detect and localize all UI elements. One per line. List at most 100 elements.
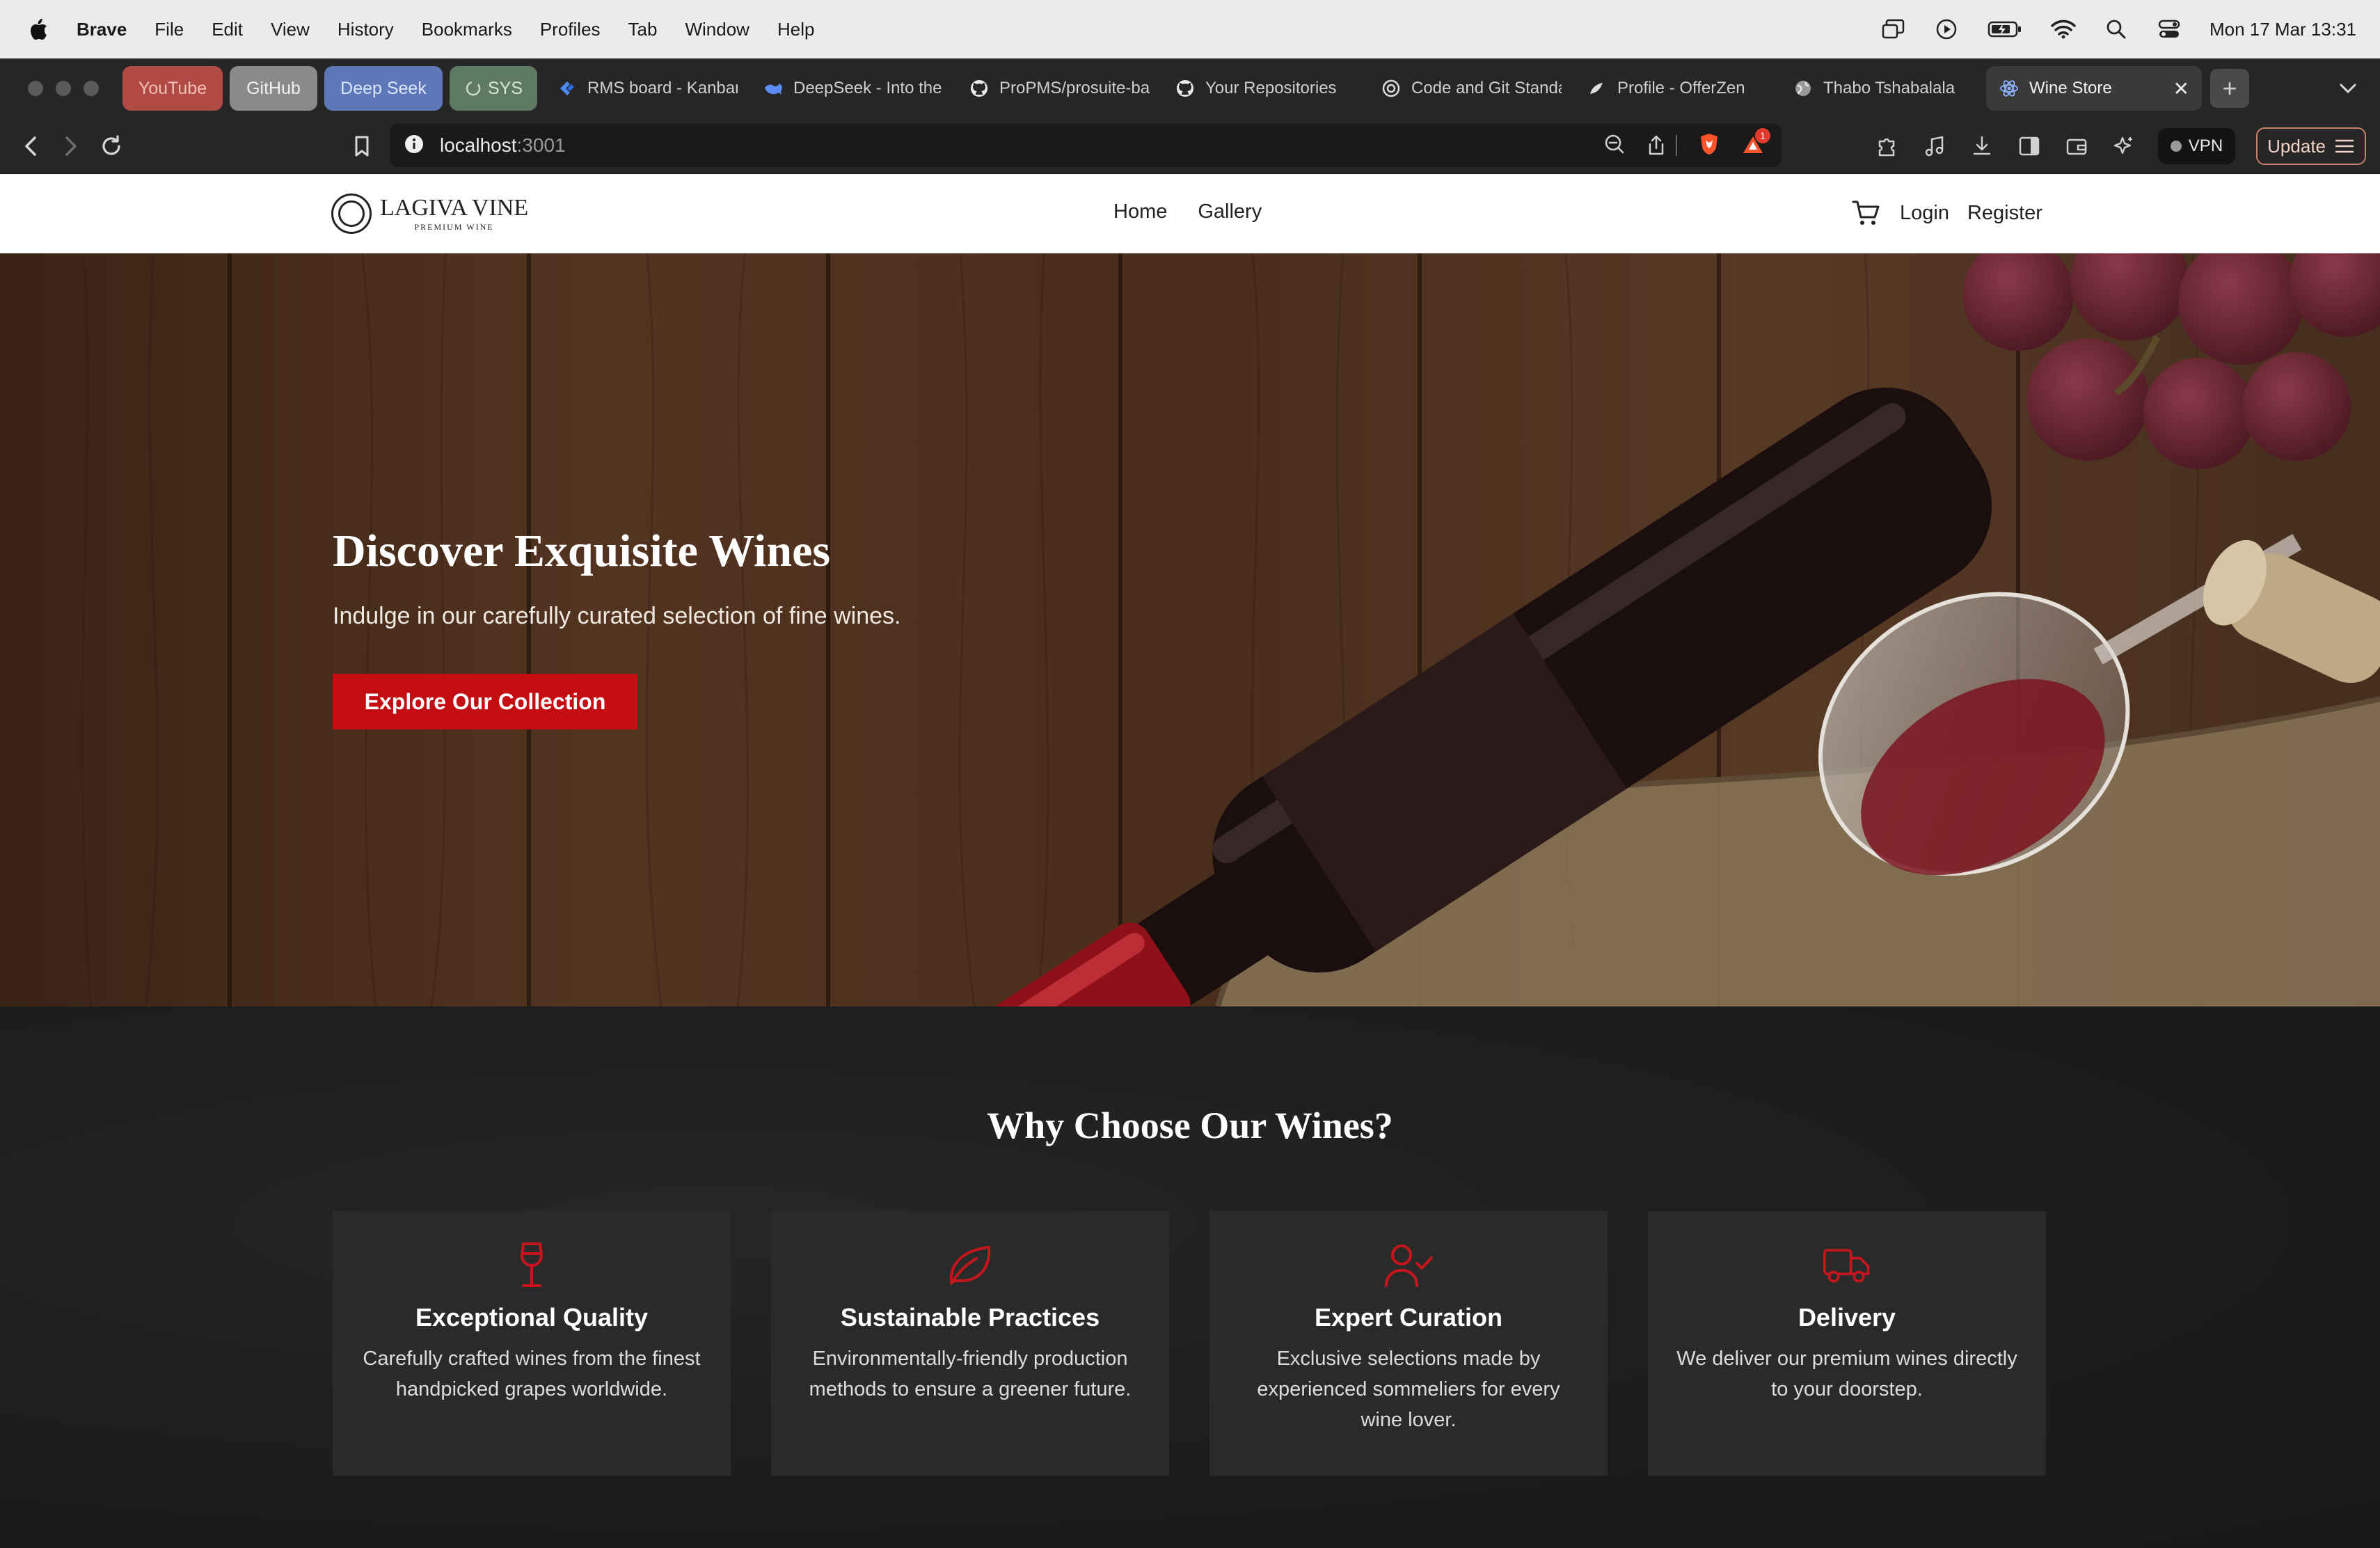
new-tab-button[interactable]: +	[2210, 69, 2249, 108]
close-window-button[interactable]	[28, 81, 43, 96]
tab-wine-store[interactable]: Wine Store ✕	[1986, 66, 2202, 111]
spotlight-search-icon[interactable]	[2104, 17, 2129, 42]
zoom-window-button[interactable]	[84, 81, 99, 96]
update-button[interactable]: Update	[2256, 127, 2366, 165]
feature-description: Environmentally-friendly production meth…	[809, 1348, 1132, 1400]
forward-button[interactable]	[57, 132, 85, 160]
tab-group-sys[interactable]: SYS	[450, 66, 537, 111]
features-title: Why Choose Our Wines?	[987, 1105, 1393, 1146]
window-controls	[28, 81, 99, 96]
offerzen-icon	[1587, 78, 1608, 99]
feature-card-delivery: Delivery We deliver our premium wines di…	[1648, 1211, 2046, 1476]
address-bar[interactable]: localhost:3001 1	[390, 124, 1782, 167]
extensions-icon[interactable]	[1874, 133, 1901, 159]
tab-title: ProPMS/prosuite-backend	[999, 79, 1150, 97]
battery-icon[interactable]	[1987, 17, 2023, 42]
hero-text: Discover Exquisite Wines Indulge in our …	[333, 525, 901, 630]
tab-group-label: GitHub	[246, 78, 301, 98]
url-text[interactable]: localhost:3001	[440, 134, 566, 157]
tab-title: Profile - OfferZen	[1617, 79, 1745, 97]
cart-icon[interactable]	[1851, 198, 1882, 228]
hero-section: Discover Exquisite Wines Indulge in our …	[0, 253, 2380, 1006]
bookmark-icon[interactable]	[348, 132, 376, 160]
play-icon[interactable]	[1934, 17, 1959, 42]
feature-description: We deliver our premium wines directly to…	[1676, 1348, 2017, 1400]
openai-icon	[1381, 78, 1402, 99]
minimize-window-button[interactable]	[56, 81, 71, 96]
feature-card-curation: Expert Curation Exclusive selections mad…	[1209, 1211, 1608, 1476]
tab-group-deep-seek[interactable]: Deep Seek	[324, 66, 443, 111]
tab-rms-board[interactable]: RMS board - Kanban	[544, 66, 750, 111]
feature-title: Sustainable Practices	[840, 1303, 1100, 1332]
tab-deepseek[interactable]: DeepSeek - Into the Unknown	[750, 66, 956, 111]
vpn-label: VPN	[2188, 136, 2223, 155]
tab-thabo-tshabalala[interactable]: Thabo Tshabalala	[1780, 66, 1986, 111]
menu-edit[interactable]: Edit	[212, 19, 243, 40]
hero-background-image	[0, 253, 2380, 1006]
wallet-icon[interactable]	[2063, 133, 2090, 159]
feature-description: Exclusive selections made by experienced…	[1257, 1348, 1560, 1431]
tab-prosuite-backend[interactable]: ProPMS/prosuite-backend	[956, 66, 1162, 111]
rewards-badge: 1	[1755, 128, 1770, 143]
tab-code-git-standards[interactable]: Code and Git Standards	[1368, 66, 1574, 111]
reload-button[interactable]	[97, 132, 125, 160]
site-info-icon[interactable]	[404, 134, 425, 158]
tab-title: Wine Store	[2029, 79, 2112, 97]
menu-profiles[interactable]: Profiles	[540, 19, 601, 40]
wifi-icon[interactable]	[2051, 17, 2076, 42]
menu-clock[interactable]: Mon 17 Mar 13:31	[2210, 19, 2356, 40]
back-button[interactable]	[17, 132, 45, 160]
nav-link-home[interactable]: Home	[1113, 200, 1167, 223]
menu-history[interactable]: History	[338, 19, 394, 40]
hero-subtitle: Indulge in our carefully curated selecti…	[333, 603, 901, 629]
download-icon[interactable]	[1969, 133, 1995, 159]
menu-app-name[interactable]: Brave	[77, 19, 127, 40]
menu-file[interactable]: File	[154, 19, 184, 40]
logo-name: LAGIVA VINE	[380, 195, 529, 221]
leo-ai-icon[interactable]	[2111, 133, 2137, 159]
features-section: Why Choose Our Wines? Exceptional Qualit…	[0, 1006, 2380, 1548]
vpn-status-dot	[2170, 141, 2182, 152]
feature-title: Expert Curation	[1314, 1303, 1503, 1332]
share-icon[interactable]	[1647, 134, 1677, 157]
nav-link-gallery[interactable]: Gallery	[1198, 200, 1262, 223]
tab-offerzen-profile[interactable]: Profile - OfferZen	[1574, 66, 1780, 111]
media-music-icon[interactable]	[1921, 133, 1948, 159]
site-logo[interactable]: LAGIVA VINE PREMIUM WINE	[331, 194, 528, 234]
tab-group-youtube[interactable]: YouTube	[122, 66, 223, 111]
tab-title: Your Repositories	[1205, 79, 1337, 97]
menu-bookmarks[interactable]: Bookmarks	[422, 19, 512, 40]
url-port: :3001	[516, 134, 566, 156]
tab-title: DeepSeek - Into the Unknown	[793, 79, 944, 97]
sidebar-toggle-icon[interactable]	[2016, 133, 2042, 159]
feature-title: Exceptional Quality	[415, 1303, 649, 1332]
screen-mirroring-icon[interactable]	[1881, 17, 1906, 42]
register-link[interactable]: Register	[1967, 202, 2042, 225]
control-center-icon[interactable]	[2157, 17, 2182, 42]
menu-view[interactable]: View	[271, 19, 310, 40]
status-area: Mon 17 Mar 13:31	[1881, 17, 2356, 42]
brave-rewards-icon[interactable]: 1	[1741, 128, 1770, 157]
tab-group-github[interactable]: GitHub	[230, 66, 317, 111]
logo-wordmark: LAGIVA VINE PREMIUM WINE	[380, 195, 529, 232]
menu-help[interactable]: Help	[777, 19, 814, 40]
vpn-button[interactable]: VPN	[2157, 128, 2236, 164]
user-check-icon	[1383, 1240, 1434, 1290]
zoom-out-icon[interactable]	[1603, 133, 1626, 159]
site-header: LAGIVA VINE PREMIUM WINE Home Gallery Lo…	[0, 174, 2380, 253]
login-link[interactable]: Login	[1900, 202, 1949, 225]
github-icon	[1175, 78, 1196, 99]
github-icon	[969, 78, 990, 99]
chevron-down-icon[interactable]	[2337, 77, 2359, 100]
close-tab-icon[interactable]: ✕	[2173, 77, 2189, 100]
feature-title: Delivery	[1798, 1303, 1896, 1332]
explore-collection-button[interactable]: Explore Our Collection	[333, 674, 637, 729]
brave-shields-icon[interactable]	[1698, 132, 1720, 159]
tab-group-label: Deep Seek	[340, 78, 427, 98]
react-icon	[1999, 78, 2020, 99]
apple-icon[interactable]	[28, 17, 49, 42]
menu-window[interactable]: Window	[685, 19, 749, 40]
menu-tab[interactable]: Tab	[628, 19, 658, 40]
tab-your-repositories[interactable]: Your Repositories	[1162, 66, 1368, 111]
browser-tab-strip: YouTube GitHub Deep Seek SYS RMS board -…	[0, 58, 2380, 118]
